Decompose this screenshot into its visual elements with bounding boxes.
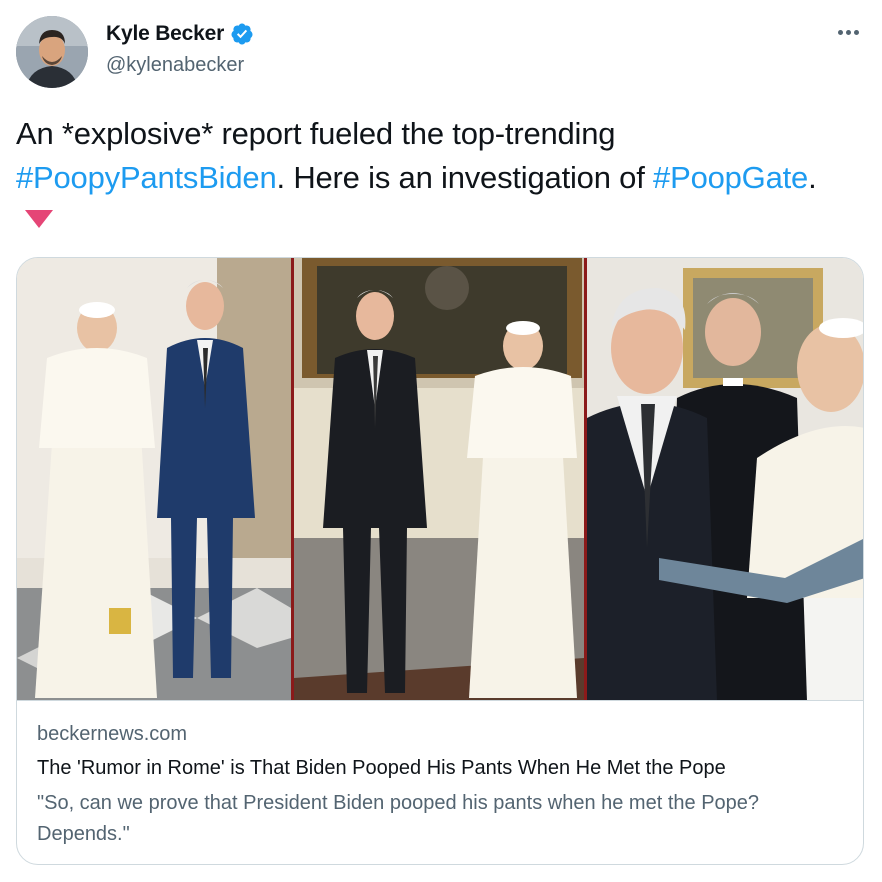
author-avatar[interactable] [16,16,88,88]
author-name-row: Kyle Becker [106,22,254,46]
hashtag-link[interactable]: #PoopyPantsBiden [16,160,277,195]
tweet: Kyle Becker @kylenabecker An *explosive*… [0,0,882,882]
red-down-triangle-icon [25,210,53,228]
tweet-text-segment: . Here is an investigation of [276,160,654,195]
card-description: "So, can we prove that President Biden p… [37,792,760,845]
tweet-text-segment: . [808,160,817,195]
tweet-text-segment: An *explosive* report fueled the top-tre… [16,116,616,151]
link-card[interactable]: beckernews.com The 'Rumor in Rome' is Th… [16,257,864,865]
verified-badge-icon [231,23,253,45]
card-image[interactable] [17,258,863,701]
card-domain: beckernews.com [37,723,188,745]
avatar-photo-icon [16,16,88,88]
collage-photo-icon [17,258,863,700]
author-handle[interactable]: @kylenabecker [106,54,244,77]
hashtag-link[interactable]: #PoopGate [653,160,808,195]
tweet-text: An *explosive* report fueled the top-tre… [16,112,846,244]
author-display-name[interactable]: Kyle Becker [106,22,224,46]
more-options-icon[interactable] [830,20,866,44]
card-title[interactable]: The 'Rumor in Rome' is That Biden Pooped… [37,757,726,780]
